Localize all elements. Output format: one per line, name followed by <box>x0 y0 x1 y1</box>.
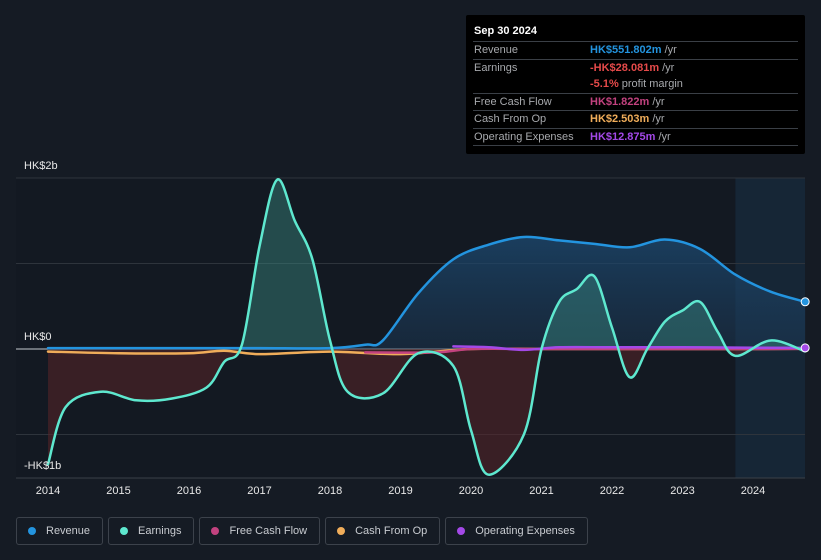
x-tick-label: 2018 <box>317 485 343 497</box>
x-tick-label: 2017 <box>247 485 272 497</box>
tooltip-label: Revenue <box>474 44 519 56</box>
tooltip-row-opex: Operating Expenses HK$12.875m /yr <box>473 129 798 146</box>
tooltip-value: HK$551.802m <box>590 44 662 56</box>
x-tick-label: 2023 <box>670 485 695 497</box>
legend-label: Operating Expenses <box>475 525 575 537</box>
tooltip-unit: /yr <box>662 61 675 74</box>
tooltip-label <box>473 76 590 93</box>
tooltip-row-earnings: Earnings -HK$28.081m /yr <box>473 60 798 77</box>
legend-dot-icon <box>211 527 220 535</box>
y-tick-label: HK$2b <box>24 160 58 172</box>
y-tick-label: -HK$1b <box>24 460 62 472</box>
x-tick-label: 2019 <box>388 485 413 497</box>
tooltip-value: HK$2.503m <box>590 113 650 125</box>
legend-label: Revenue <box>46 525 91 537</box>
legend-item-free-cash-flow[interactable]: Free Cash Flow <box>199 517 321 545</box>
tooltip-row-revenue: Revenue HK$551.802m /yr <box>473 42 798 60</box>
x-tick-label: 2014 <box>35 485 61 497</box>
tooltip-value: HK$1.822m <box>590 95 650 108</box>
x-tick-label: 2020 <box>458 485 484 497</box>
x-tick-label: 2021 <box>529 485 554 497</box>
legend-dot-icon <box>28 527 36 535</box>
x-tick-label: 2022 <box>599 485 625 497</box>
tooltip-unit: /yr <box>652 113 665 125</box>
legend-label: Cash From Op <box>355 525 428 537</box>
tooltip-unit: /yr <box>658 130 671 143</box>
tooltip-unit: /yr <box>652 95 665 108</box>
legend-label: Earnings <box>138 525 182 537</box>
legend-dot-icon <box>337 527 346 535</box>
tooltip-unit: /yr <box>664 44 677 56</box>
legend-item-earnings[interactable]: Earnings <box>108 517 195 545</box>
tooltip-label: Cash From Op <box>474 113 547 125</box>
legend-label: Free Cash Flow <box>229 525 308 537</box>
x-tick-label: 2016 <box>176 485 202 497</box>
x-tick-label: 2015 <box>106 485 131 497</box>
legend-item-cash-from-op[interactable]: Cash From Op <box>325 517 441 545</box>
tooltip-row-cfo: Cash From Op HK$2.503m /yr <box>473 111 798 129</box>
legend-item-revenue[interactable]: Revenue <box>16 517 104 545</box>
tooltip-row-profit-margin: -5.1% profit margin <box>473 76 798 94</box>
tooltip-value: -HK$28.081m <box>590 61 660 74</box>
tooltip-date: Sep 30 2024 <box>473 23 798 42</box>
tooltip-unit: profit margin <box>621 78 683 90</box>
x-tick-label: 2024 <box>740 485 766 497</box>
tooltip-row-fcf: Free Cash Flow HK$1.822m /yr <box>473 94 798 111</box>
tooltip-label: Free Cash Flow <box>474 95 552 108</box>
tooltip-value: -5.1% <box>590 78 619 90</box>
legend-item-operating-expenses[interactable]: Operating Expenses <box>445 517 588 545</box>
y-tick-label: HK$0 <box>24 331 52 343</box>
legend: Revenue Earnings Free Cash Flow Cash Fro… <box>16 517 588 545</box>
operating-expenses-end-marker <box>800 343 810 353</box>
legend-dot-icon <box>120 527 129 535</box>
tooltip-value: HK$12.875m <box>590 130 656 143</box>
revenue-end-marker <box>800 297 810 307</box>
tooltip-label: Operating Expenses <box>474 130 574 143</box>
tooltip-label: Earnings <box>474 61 518 74</box>
legend-dot-icon <box>457 527 466 535</box>
tooltip: Sep 30 2024 Revenue HK$551.802m /yr Earn… <box>466 15 805 154</box>
